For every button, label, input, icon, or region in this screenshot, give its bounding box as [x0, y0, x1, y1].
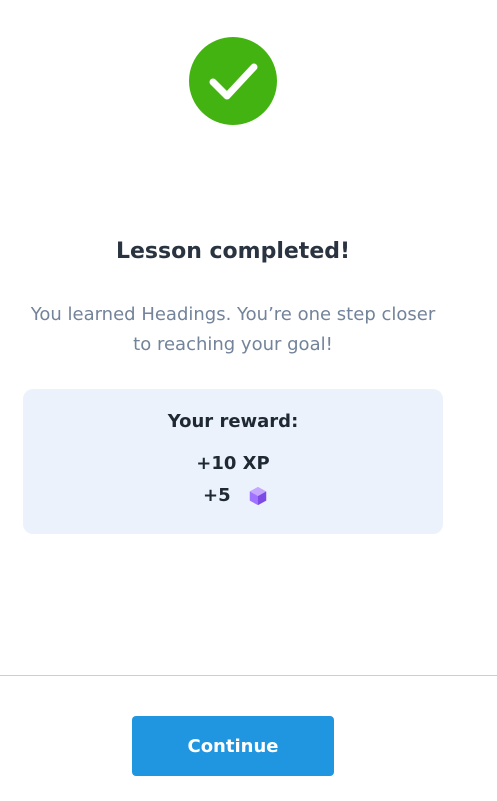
reward-card: Your reward: +10 XP +5 — [23, 389, 443, 534]
success-badge — [189, 37, 277, 125]
checkmark-icon — [209, 63, 258, 100]
reward-gems: +5 — [203, 483, 269, 509]
lesson-summary-text: You learned Headings. You’re one step cl… — [30, 304, 436, 355]
reward-gems-value: +5 — [203, 485, 231, 506]
continue-button[interactable]: Continue — [132, 716, 334, 776]
reward-heading: Your reward: — [167, 411, 299, 432]
footer-divider — [0, 675, 497, 676]
gem-icon — [249, 486, 266, 506]
reward-xp: +10 XP — [196, 453, 270, 474]
lesson-completed-title: Lesson completed! — [115, 239, 351, 264]
